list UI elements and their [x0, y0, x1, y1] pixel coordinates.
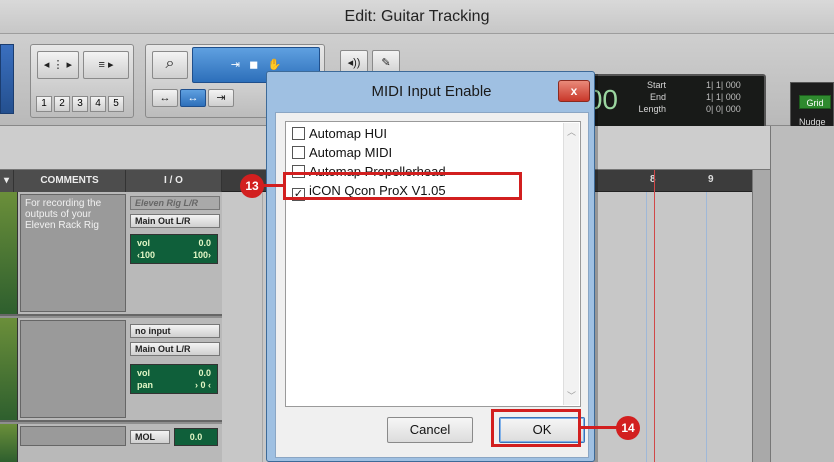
- input-selector[interactable]: Eleven Rig L/R: [130, 196, 220, 210]
- toolbar-edge-panel: [0, 44, 14, 114]
- grid-button[interactable]: Grid: [799, 95, 831, 109]
- horizontal-zoom-button[interactable]: ◂ ⋮ ▸: [37, 51, 79, 79]
- close-button[interactable]: x: [558, 80, 590, 102]
- start-value[interactable]: 1| 1| 000: [706, 80, 741, 90]
- track-comment[interactable]: [20, 320, 126, 418]
- vol-label: vol: [137, 368, 151, 378]
- scrollbar[interactable]: ︿ ﹀: [563, 123, 579, 405]
- zoom-preset-4[interactable]: 4: [90, 96, 106, 112]
- volume-pan-display[interactable]: vol 0.0 ‹100 100›: [130, 234, 218, 264]
- scroll-down-icon[interactable]: ﹀: [567, 389, 576, 402]
- cancel-button[interactable]: Cancel: [387, 417, 473, 443]
- checkbox[interactable]: [292, 146, 305, 159]
- annotation-connector: [262, 184, 284, 187]
- output-selector[interactable]: Main Out L/R: [130, 342, 220, 356]
- ruler-bar-number: 9: [708, 174, 714, 185]
- pan-value: › 0 ‹: [194, 380, 211, 390]
- right-panel: [770, 126, 834, 462]
- zoom-preset-3[interactable]: 3: [72, 96, 88, 112]
- step-14-badge: 14: [616, 416, 640, 440]
- shuffle-mode-icon[interactable]: ↔: [152, 89, 178, 107]
- dialog-title: MIDI Input Enable: [371, 83, 492, 100]
- annotation-connector: [581, 426, 617, 429]
- track-comment[interactable]: For recording the outputs of your Eleven…: [20, 194, 126, 312]
- pan-left-value: ‹100: [137, 250, 156, 260]
- edit-side-controls[interactable]: [752, 170, 770, 462]
- list-item[interactable]: Automap MIDI: [292, 144, 392, 162]
- length-value[interactable]: 0| 0| 000: [706, 104, 741, 114]
- dialog-body: Automap HUI Automap MIDI Automap Propell…: [275, 112, 589, 458]
- volume-display[interactable]: 0.0: [174, 428, 218, 446]
- step-13-badge: 13: [240, 174, 264, 198]
- checkbox[interactable]: [292, 127, 305, 140]
- list-item-label: Automap MIDI: [309, 145, 393, 160]
- window-title: Edit: Guitar Tracking: [0, 0, 834, 34]
- track-meter: [0, 192, 18, 314]
- volume-pan-display[interactable]: vol 0.0 pan › 0 ‹: [130, 364, 218, 394]
- playhead-line: [654, 170, 655, 462]
- column-menu-icon[interactable]: ▾: [0, 170, 14, 192]
- output-selector[interactable]: Main Out L/R: [130, 214, 220, 228]
- annotation-highlight-ok: [491, 409, 581, 447]
- zoom-preset-1[interactable]: 1: [36, 96, 52, 112]
- grid-line: [646, 192, 647, 462]
- grid-line: [262, 192, 263, 462]
- track-meter: [0, 318, 18, 420]
- spot-mode-icon[interactable]: ⇥: [208, 89, 234, 107]
- start-label: Start: [646, 80, 666, 90]
- vol-value: 0.0: [198, 368, 211, 378]
- scroll-up-icon[interactable]: ︿: [567, 125, 576, 138]
- pan-right-value: 100›: [192, 250, 211, 260]
- grid-line: [706, 192, 707, 462]
- zoom-preset-5[interactable]: 5: [108, 96, 124, 112]
- list-item[interactable]: Automap HUI: [292, 125, 387, 143]
- slip-mode-icon[interactable]: ↔: [180, 89, 206, 107]
- pan-label: pan: [137, 380, 154, 390]
- input-selector[interactable]: no input: [130, 324, 220, 338]
- zoom-preset-2[interactable]: 2: [54, 96, 70, 112]
- vol-value: 0.0: [198, 238, 211, 248]
- comments-column-header: COMMENTS: [14, 170, 126, 192]
- vertical-zoom-button[interactable]: ≡ ▸: [83, 51, 129, 79]
- vol-label: vol: [137, 238, 151, 248]
- midi-device-list[interactable]: Automap HUI Automap MIDI Automap Propell…: [285, 121, 581, 407]
- list-item-label: Automap HUI: [309, 126, 388, 141]
- length-label: Length: [638, 104, 666, 114]
- end-value[interactable]: 1| 1| 000: [706, 92, 741, 102]
- app-window: Edit: Guitar Tracking ◂ ⋮ ▸ ≡ ▸ 1 2 3 4 …: [0, 0, 834, 462]
- annotation-highlight-device: [283, 172, 522, 200]
- end-label: End: [649, 92, 666, 102]
- zoomer-tool-icon[interactable]: ⌕: [152, 51, 188, 79]
- track-comment[interactable]: [20, 426, 126, 446]
- track-meter: [0, 424, 18, 462]
- midi-input-enable-dialog: MIDI Input Enable x Automap HUI Automap …: [266, 71, 595, 462]
- io-column-header: I / O: [126, 170, 222, 192]
- output-selector[interactable]: MOL: [130, 430, 170, 444]
